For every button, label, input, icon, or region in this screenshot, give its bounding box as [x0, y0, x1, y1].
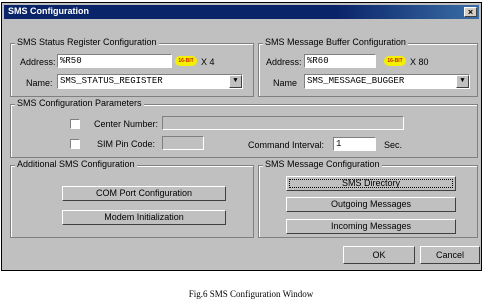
center-number-checkbox[interactable] — [70, 119, 80, 129]
status-name-label: Name: — [26, 78, 53, 88]
additional-group — [10, 165, 254, 238]
incoming-messages-button[interactable]: Incoming Messages — [286, 219, 456, 234]
buffer-16bit-badge: 16-BIT — [384, 56, 406, 66]
message-buffer-legend: SMS Message Buffer Configuration — [263, 37, 408, 47]
sim-pin-checkbox[interactable] — [70, 139, 80, 149]
com-port-configuration-button[interactable]: COM Port Configuration — [62, 186, 226, 201]
command-interval-unit: Sec. — [384, 140, 403, 150]
additional-legend: Additional SMS Configuration — [15, 159, 137, 169]
command-interval-label: Command Interval: — [248, 140, 325, 150]
close-icon[interactable]: × — [464, 7, 477, 17]
sms-configuration-dialog: SMS Configuration × SMS Status Register … — [1, 2, 482, 271]
sim-pin-label: SIM Pin Code: — [97, 139, 156, 149]
parameters-legend: SMS Configuration Parameters — [15, 98, 144, 108]
window-title: SMS Configuration — [8, 6, 89, 16]
cancel-button[interactable]: Cancel — [420, 246, 480, 264]
parameters-group — [10, 104, 478, 158]
message-config-legend: SMS Message Configuration — [263, 159, 382, 169]
sim-pin-input[interactable] — [162, 136, 204, 150]
buffer-name-label: Name — [273, 78, 298, 88]
status-address-input[interactable]: %R50 — [57, 54, 172, 68]
buffer-name-value: SMS_MESSAGE_BUGGER — [307, 76, 405, 86]
status-16bit-badge: 16-BIT — [175, 56, 197, 66]
ok-button[interactable]: OK — [343, 246, 415, 264]
buffer-address-input[interactable]: %R60 — [304, 54, 376, 68]
center-number-input[interactable] — [162, 116, 404, 130]
status-name-value: SMS_STATUS_REGISTER — [60, 76, 163, 86]
outgoing-messages-button[interactable]: Outgoing Messages — [286, 197, 456, 212]
figure-caption: Fig.6 SMS Configuration Window — [188, 289, 314, 299]
status-name-select[interactable]: SMS_STATUS_REGISTER ▼ — [57, 74, 243, 89]
modem-initialization-button[interactable]: Modem Initialization — [62, 210, 226, 225]
dropdown-arrow-icon[interactable]: ▼ — [456, 75, 469, 88]
buffer-address-label: Address: — [266, 57, 302, 67]
sms-directory-button[interactable]: SMS Directory — [286, 176, 456, 191]
buffer-multiplier: X 80 — [410, 57, 429, 67]
center-number-label: Center Number: — [94, 119, 159, 129]
status-register-legend: SMS Status Register Configuration — [15, 37, 159, 47]
status-address-label: Address: — [20, 57, 56, 67]
title-bar[interactable]: SMS Configuration × — [4, 5, 479, 19]
dropdown-arrow-icon[interactable]: ▼ — [229, 75, 242, 88]
status-multiplier: X 4 — [201, 57, 215, 67]
buffer-name-select[interactable]: SMS_MESSAGE_BUGGER ▼ — [304, 74, 470, 89]
command-interval-input[interactable]: 1 — [333, 137, 376, 151]
